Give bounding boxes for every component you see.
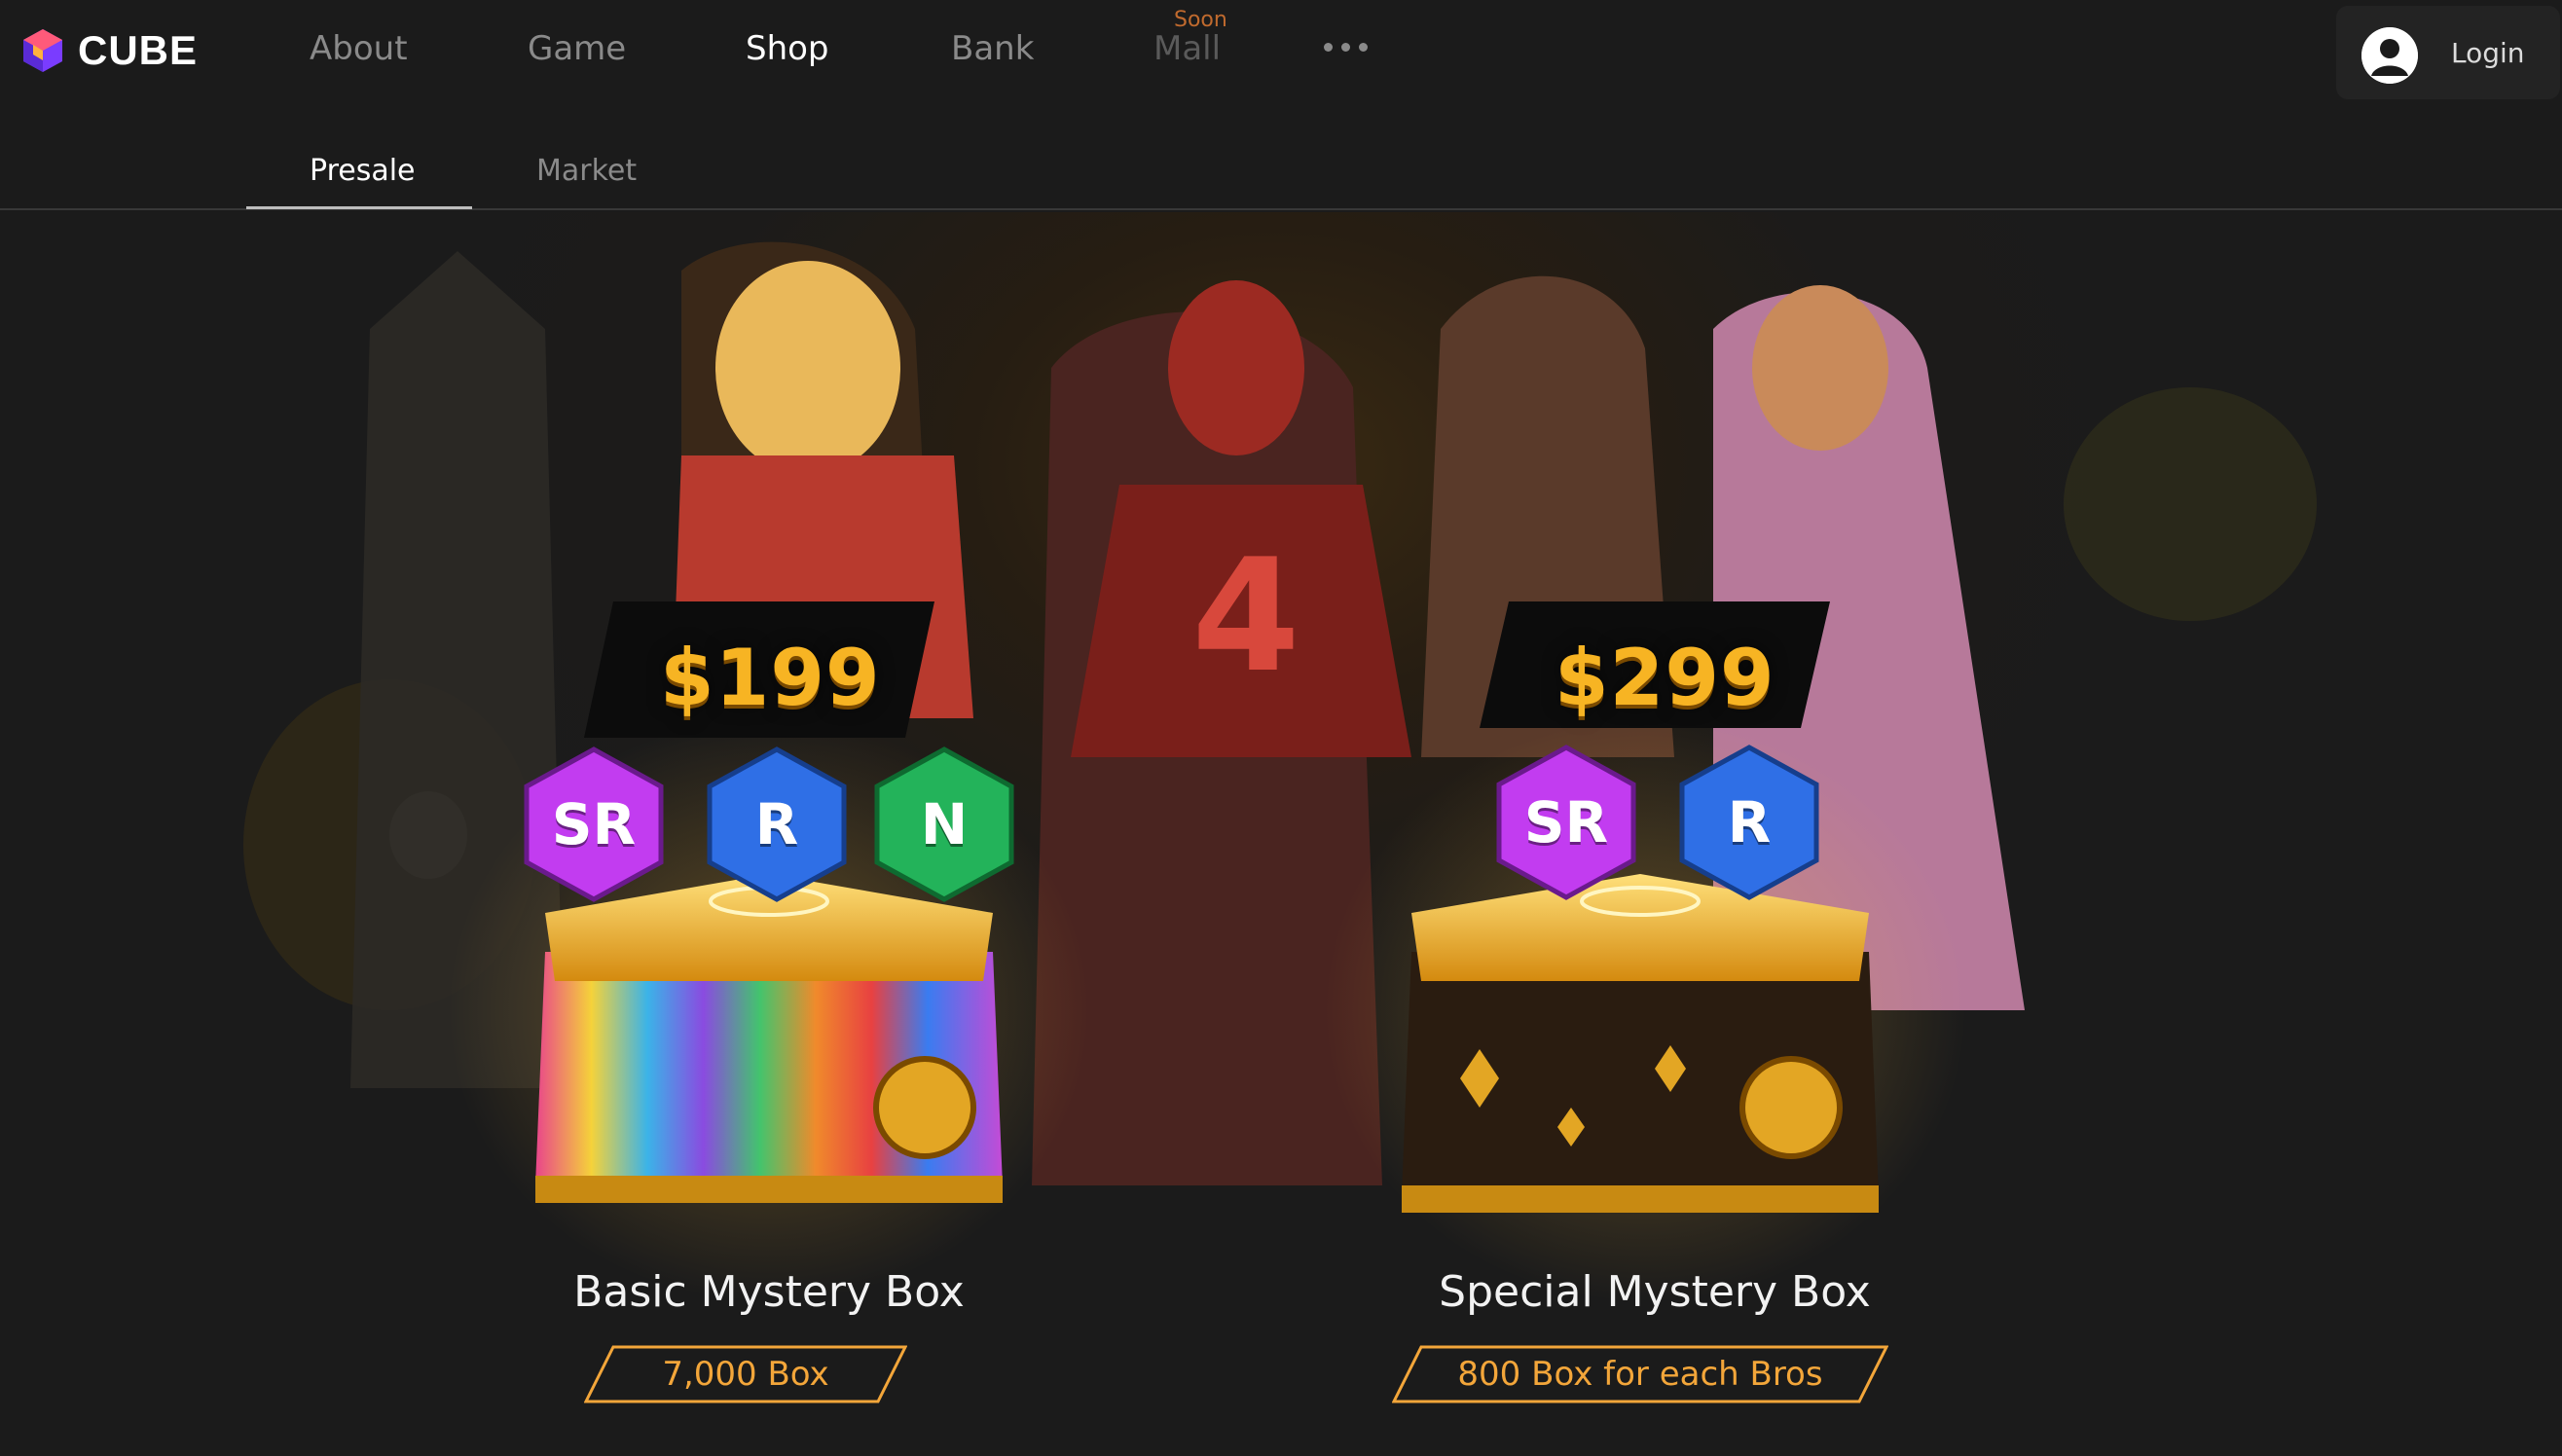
- user-avatar-icon: [2361, 27, 2418, 84]
- top-navbar: CUBE About Game Shop Bank Soon Mall Logi…: [0, 0, 2562, 105]
- rarity-n-gem-icon: N: [871, 746, 1017, 903]
- rarity-sr-gem-icon: SR: [521, 746, 667, 903]
- shop-subtabs: Presale Market: [0, 105, 2562, 210]
- basic-mystery-box-chest: [535, 874, 1003, 1203]
- tab-presale[interactable]: Presale: [310, 154, 416, 188]
- basic-box-title[interactable]: Basic Mystery Box: [526, 1267, 1012, 1317]
- rarity-sr-gem-icon: SR: [1493, 744, 1639, 901]
- special-box-supply: 800 Box for each Bros: [1457, 1355, 1823, 1394]
- basic-box-price: $199: [660, 633, 881, 723]
- nav-item-game[interactable]: Game: [528, 29, 626, 68]
- special-mystery-box-chest: [1402, 874, 1879, 1213]
- nav-item-bank[interactable]: Bank: [951, 29, 1034, 68]
- login-button[interactable]: Login: [2336, 6, 2560, 99]
- rarity-r-gem-icon: R: [1676, 744, 1822, 901]
- nav-item-mall[interactable]: Mall: [1153, 29, 1221, 68]
- special-box-supply-tag: 800 Box for each Bros: [1392, 1345, 1888, 1403]
- rarity-r-gem-icon: R: [704, 746, 850, 903]
- active-tab-indicator: [246, 206, 472, 209]
- cube-logo-icon: [23, 29, 62, 72]
- hero-characters-artwork: 4: [243, 241, 2317, 1302]
- special-box-title[interactable]: Special Mystery Box: [1363, 1267, 1947, 1317]
- floating-prop-silhouette: [2064, 387, 2317, 621]
- brand-name: CUBE: [78, 27, 199, 73]
- basic-box-supply-tag: 7,000 Box: [584, 1345, 907, 1403]
- more-menu-ellipsis-icon[interactable]: [1324, 43, 1368, 52]
- basic-box-supply: 7,000 Box: [662, 1355, 829, 1394]
- special-box-price: $299: [1555, 633, 1775, 723]
- tab-market[interactable]: Market: [536, 154, 637, 188]
- nav-item-shop[interactable]: Shop: [746, 29, 829, 68]
- svg-text:4: 4: [1191, 525, 1299, 707]
- login-label: Login: [2451, 37, 2525, 69]
- brand-logo[interactable]: CUBE: [19, 27, 198, 74]
- presale-hero: 4 $199 $299 SR R N SR R Basic Mystery Bo…: [0, 212, 2562, 1456]
- nav-item-about[interactable]: About: [310, 29, 408, 68]
